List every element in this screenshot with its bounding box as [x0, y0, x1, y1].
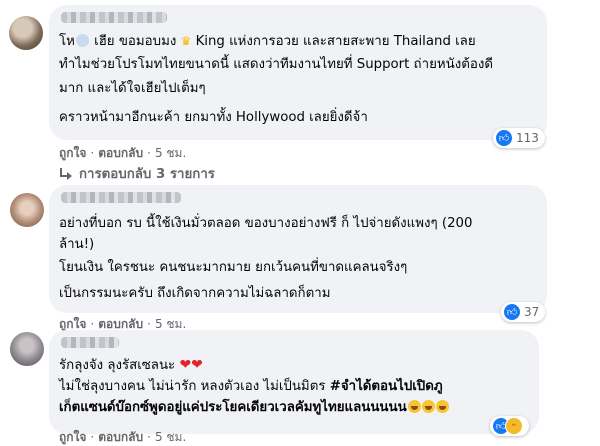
comment-line: ทำไมช่วยโปรโมทไทยขนาดนี้ แสดงว่าทีมงานไท…	[59, 57, 493, 72]
avatar[interactable]	[9, 16, 43, 50]
like-button[interactable]: ถูกใจ	[59, 430, 86, 444]
haha-icon: ᵕ	[505, 417, 523, 435]
like-button[interactable]: ถูกใจ	[59, 317, 86, 331]
comments-section: โห เฮีย ขอมอบมง ♛ King แห่งการอวย และสาย…	[0, 0, 600, 446]
comment-line: คราวหน้ามาอีกนะค้า ยกมาทั้ง Hollywood เล…	[59, 110, 368, 125]
comment-line: ไม่ใช่ลุงบางคน ไม่น่ารัก หลงตัวเอง ไม่เป…	[59, 379, 443, 394]
timestamp[interactable]: 5 ชม.	[155, 317, 186, 331]
reply-button[interactable]: ตอบกลับ	[98, 146, 143, 160]
avatar[interactable]	[10, 332, 44, 366]
timestamp[interactable]: 5 ชม.	[155, 146, 186, 160]
view-replies-button[interactable]: การตอบกลับ 3 รายการ	[59, 163, 215, 184]
comment-line: โยนเงิน ใครชนะ คนชนะมากมาย ยกเว้นคนที่ขา…	[59, 260, 408, 275]
like-button[interactable]: ถูกใจ	[59, 146, 86, 160]
comment-line: ล้าน!)	[59, 237, 95, 252]
crown-emoji-icon: ♛	[180, 34, 192, 48]
comment-bubble: โห เฮีย ขอมอบมง ♛ King แห่งการอวย และสาย…	[49, 5, 547, 140]
reaction-summary[interactable]: 👍︎ ᵕ	[490, 416, 529, 436]
reply-button[interactable]: ตอบกลับ	[98, 317, 143, 331]
author-name-blurred[interactable]	[61, 192, 181, 203]
comment-bubble: อย่างที่บอก รบ นี้ใช้เงินมั่วตลอด ของบาง…	[49, 185, 547, 313]
reaction-count[interactable]: 👍︎ 113	[493, 128, 545, 148]
comment-line: อย่างที่บอก รบ นี้ใช้เงินมั่วตลอด ของบาง…	[59, 216, 473, 231]
replies-label: การตอบกลับ 3 รายการ	[79, 167, 215, 182]
comment-line: เป็นกรรมนะครับ ถึงเกิดจากความไม่ฉลาดก็ตา…	[59, 286, 331, 301]
laugh-emoji-icon	[407, 400, 421, 413]
comment-line: มาก และได้ใจเฮียไปเต็มๆ	[59, 81, 206, 96]
comment-actions: ถูกใจ · ตอบกลับ · 5 ชม.	[59, 146, 187, 160]
like-icon: 👍︎	[504, 304, 520, 320]
heart-emoji-icon: ❤	[191, 357, 203, 373]
comment-line: รักลุงจัง ลุงรัสเซลนะ ❤❤	[59, 357, 203, 373]
hashtag-link[interactable]: #จำได้ตอนไปเปิดภู	[330, 379, 443, 394]
reply-arrow-icon	[59, 167, 73, 180]
scream-emoji-icon	[75, 34, 89, 47]
comment-line: เก็ตแซนด์บ๊อกซ์พูดอยู่แค่ประโยคเดียวเวลค…	[59, 397, 449, 418]
avatar[interactable]	[10, 193, 44, 227]
comment-actions: ถูกใจ · ตอบกลับ · 5 ชม.	[59, 430, 187, 444]
comment-line: โห เฮีย ขอมอบมง ♛ King แห่งการอวย และสาย…	[59, 31, 476, 52]
reaction-count[interactable]: 👍︎ 37	[501, 302, 546, 322]
like-icon: 👍︎	[496, 130, 512, 146]
author-name-blurred[interactable]	[61, 12, 167, 23]
heart-emoji-icon: ❤	[179, 357, 192, 373]
timestamp[interactable]: 5 ชม.	[155, 430, 186, 444]
reply-button[interactable]: ตอบกลับ	[98, 430, 143, 444]
comment-bubble: รักลุงจัง ลุงรัสเซลนะ ❤❤ ไม่ใช่ลุงบางคน …	[49, 330, 539, 434]
laugh-emoji-icon	[435, 400, 449, 413]
author-name-blurred[interactable]	[61, 337, 119, 348]
laugh-emoji-icon	[421, 400, 435, 413]
